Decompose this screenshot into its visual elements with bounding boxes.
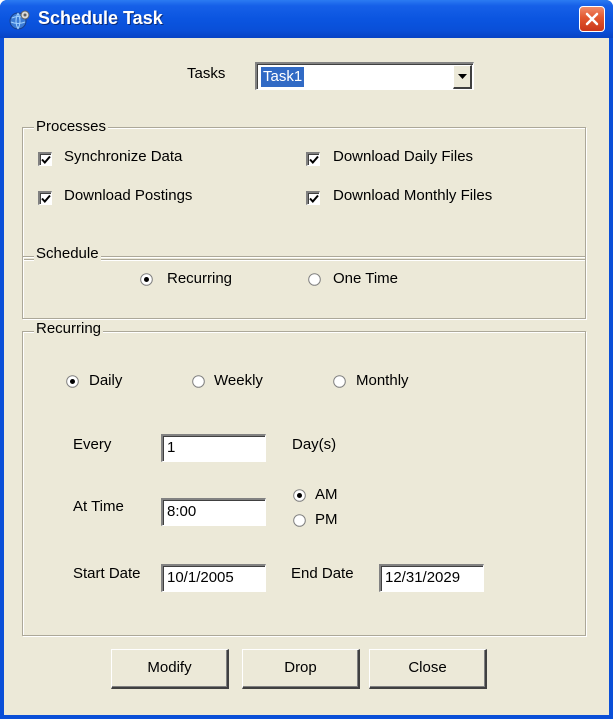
recurring-radio[interactable] <box>140 273 153 286</box>
at-time-label: At Time <box>73 498 124 515</box>
one-time-label[interactable]: One Time <box>333 270 398 287</box>
title-bar[interactable]: Schedule Task <box>0 0 613 38</box>
am-label[interactable]: AM <box>315 486 338 503</box>
tasks-dropdown-button[interactable] <box>453 65 472 89</box>
drop-button[interactable]: Drop <box>242 649 360 689</box>
synchronize-data-checkbox[interactable] <box>38 152 52 166</box>
end-date-label: End Date <box>291 565 354 582</box>
dialog-client-area: Tasks Task1 Processes Synchronize Data D… <box>4 38 609 715</box>
globe-gear-icon <box>9 10 30 30</box>
daily-radio[interactable] <box>66 375 79 388</box>
weekly-label[interactable]: Weekly <box>214 372 263 389</box>
start-date-label: Start Date <box>73 565 141 582</box>
tasks-label: Tasks <box>187 65 226 82</box>
recurring-legend: Recurring <box>34 320 104 337</box>
modify-button[interactable]: Modify <box>111 649 229 689</box>
download-postings-checkbox[interactable] <box>38 191 52 205</box>
download-monthly-files-checkbox[interactable] <box>306 191 320 205</box>
pm-label[interactable]: PM <box>315 511 338 528</box>
close-button[interactable]: Close <box>369 649 487 689</box>
at-time-input[interactable]: 8:00 <box>161 498 266 526</box>
every-unit-label: Day(s) <box>292 436 337 453</box>
window-title: Schedule Task <box>38 8 163 28</box>
weekly-radio[interactable] <box>192 375 205 388</box>
checkmark-icon <box>309 155 319 164</box>
chevron-down-icon <box>458 74 467 79</box>
daily-label[interactable]: Daily <box>89 372 122 389</box>
close-icon <box>585 12 599 26</box>
synchronize-data-label[interactable]: Synchronize Data <box>64 148 182 165</box>
checkmark-icon <box>41 155 51 164</box>
recurring-label[interactable]: Recurring <box>167 270 232 287</box>
download-monthly-files-label[interactable]: Download Monthly Files <box>333 187 492 204</box>
checkmark-icon <box>309 194 319 203</box>
tasks-selected-value: Task1 <box>261 67 305 87</box>
window-close-button[interactable] <box>579 6 605 32</box>
am-radio[interactable] <box>293 489 306 502</box>
download-daily-files-label[interactable]: Download Daily Files <box>333 148 473 165</box>
pm-radio[interactable] <box>293 514 306 527</box>
monthly-label[interactable]: Monthly <box>356 372 409 389</box>
every-label: Every <box>73 436 112 453</box>
processes-legend: Processes <box>34 118 109 135</box>
checkmark-icon <box>41 194 51 203</box>
schedule-group <box>22 256 586 319</box>
download-daily-files-checkbox[interactable] <box>306 152 320 166</box>
start-date-input[interactable]: 10/1/2005 <box>161 564 266 592</box>
tasks-combobox[interactable]: Task1 <box>255 62 474 90</box>
monthly-radio[interactable] <box>333 375 346 388</box>
every-input[interactable]: 1 <box>161 434 266 462</box>
end-date-input[interactable]: 12/31/2029 <box>379 564 484 592</box>
schedule-task-window: Schedule Task Tasks Task1 Processes Sync… <box>0 0 613 719</box>
one-time-radio[interactable] <box>308 273 321 286</box>
download-postings-label[interactable]: Download Postings <box>64 187 192 204</box>
schedule-legend: Schedule <box>34 245 101 262</box>
